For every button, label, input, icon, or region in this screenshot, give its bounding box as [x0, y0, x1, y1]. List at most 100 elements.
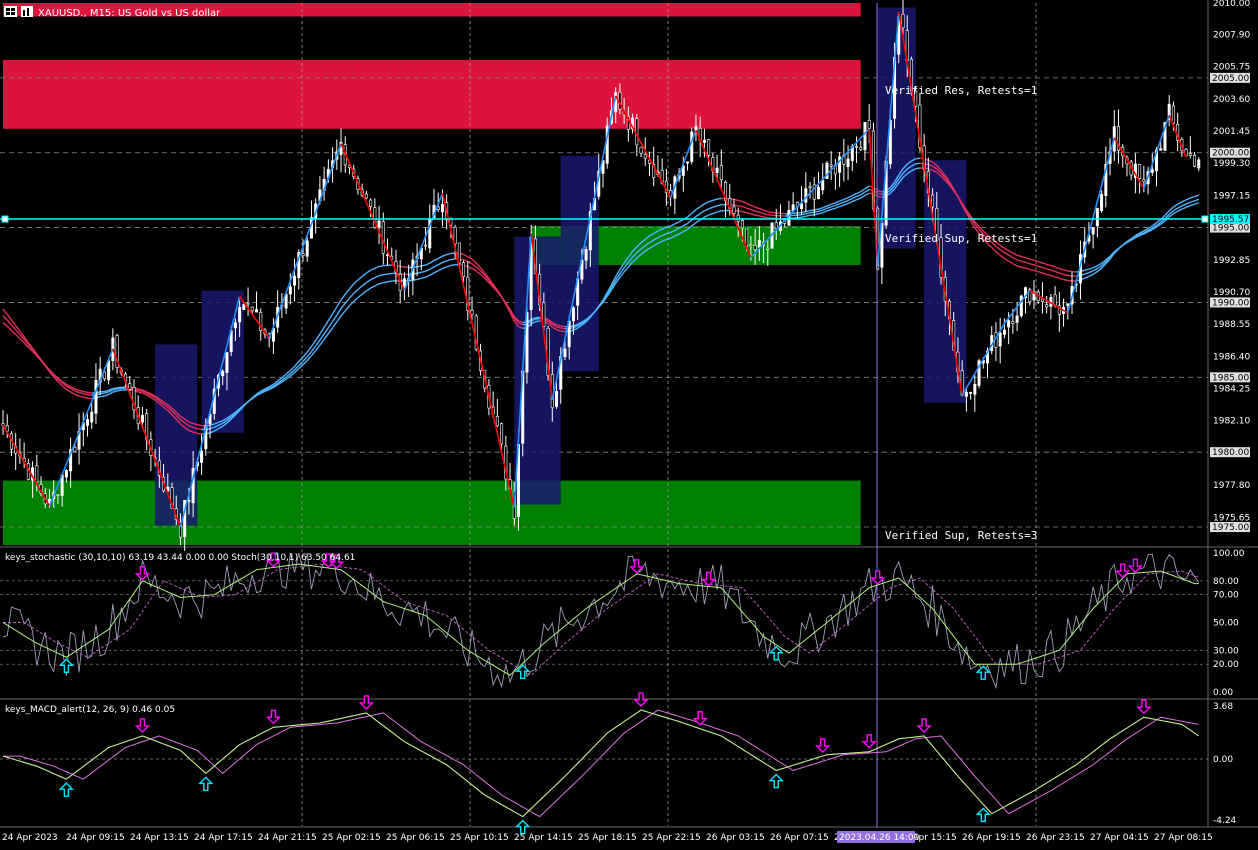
moving-average-segment [814, 214, 818, 215]
price-tick-label: 2010.00 [1213, 0, 1250, 9]
highlight-box [561, 156, 599, 372]
candle-body [302, 254, 304, 256]
candle-body [289, 287, 291, 294]
candle-body [999, 333, 1001, 346]
level-price-label: 2000.00 [1212, 149, 1249, 159]
candle-body [200, 451, 202, 463]
moving-average-segment [388, 281, 392, 282]
candle-body [737, 215, 739, 221]
level-price-label: 2005.00 [1212, 74, 1249, 84]
stoch-tick-label: 30.00 [1213, 646, 1239, 656]
price-tick-label: 1988.55 [1213, 320, 1250, 330]
price-tick-label: 2001.45 [1213, 127, 1250, 137]
grid-icon[interactable] [4, 6, 17, 17]
candle-body [974, 384, 976, 394]
candle-body [775, 223, 777, 229]
moving-average-segment [810, 212, 814, 213]
candle-body [91, 412, 93, 422]
candle-body [750, 244, 752, 245]
macd-tick-label: -4.24 [1213, 816, 1237, 826]
price-tick-label: 1977.80 [1213, 481, 1250, 491]
candle-body [830, 165, 832, 166]
candle-body [1054, 295, 1056, 306]
moving-average-segment [802, 212, 806, 213]
moving-average-segment [421, 271, 425, 272]
moving-average-segment [417, 266, 421, 267]
crosshair-time-label: 2023.04.26 14:00 [839, 833, 920, 843]
candle-body [1172, 106, 1174, 123]
candle-body [462, 263, 464, 277]
candle-body [644, 155, 646, 159]
moving-average-segment [400, 266, 404, 267]
stoch-title: keys_stochastic (30,10,10) 63.19 43.44 0… [5, 553, 355, 563]
candle-body [1160, 149, 1162, 151]
price-tick-label: 1990.70 [1213, 288, 1250, 298]
time-tick-label: 24 Apr 2023 [2, 833, 58, 843]
moving-average-segment [717, 198, 721, 199]
moving-average-segment [88, 392, 92, 393]
candle-body [255, 310, 257, 313]
candle-body [369, 200, 371, 207]
moving-average-segment [717, 205, 721, 206]
candle-body [741, 221, 743, 228]
candle-body [1151, 170, 1153, 173]
candle-body [860, 147, 862, 149]
candle-body [251, 307, 253, 311]
candle-body [36, 466, 38, 482]
moving-average-segment [117, 390, 121, 391]
candle-body [691, 132, 693, 162]
candle-body [471, 311, 473, 315]
candle-body [378, 221, 380, 227]
moving-average-segment [451, 265, 455, 266]
moving-average-segment [451, 259, 455, 260]
price-tick-label: 1992.85 [1213, 256, 1250, 266]
moving-average-segment [738, 206, 742, 207]
price-tick-label: 1999.30 [1213, 159, 1250, 169]
chart-root[interactable]: 100.0080.0070.0050.0030.0020.000.00 3.68… [0, 0, 1258, 846]
chart-canvas[interactable]: 100.0080.0070.0050.0030.0020.000.00 3.68… [0, 0, 1258, 846]
stoch-tick-label: 70.00 [1213, 591, 1239, 601]
moving-average-segment [738, 211, 742, 212]
candle-body [720, 165, 722, 179]
moving-average-segment [1047, 274, 1051, 275]
price-tick-label: 2003.60 [1213, 95, 1250, 105]
time-tick-label: 25 Apr 06:15 [386, 833, 445, 843]
moving-average-segment [916, 168, 920, 169]
candle-body [1045, 305, 1047, 307]
moving-average-segment [417, 272, 421, 273]
moving-average-segment [1021, 267, 1025, 268]
candle-body [902, 14, 904, 27]
moving-average-segment [100, 393, 104, 394]
moving-average-segment [404, 267, 408, 268]
moving-average-segment [802, 214, 806, 215]
moving-average-segment [759, 216, 763, 217]
moving-average-segment [1021, 261, 1025, 262]
res-zone [3, 60, 861, 129]
macd-tick-label: 3.68 [1213, 702, 1233, 712]
moving-average-segment [561, 331, 565, 332]
candle-body [686, 162, 688, 163]
candle-body [733, 207, 735, 214]
price-tick-label: 1982.10 [1213, 417, 1250, 427]
candle-body [1003, 330, 1005, 334]
candle-body [65, 470, 67, 477]
moving-average-segment [379, 266, 383, 267]
macd-title: keys_MACD_alert(12, 26, 9) 0.46 0.05 [5, 705, 175, 715]
candle-body [365, 194, 367, 198]
stoch-tick-label: 20.00 [1213, 660, 1239, 670]
time-tick-label: 25 Apr 18:15 [578, 833, 637, 843]
moving-average-segment [810, 215, 814, 216]
time-tick-label: 27 Apr 04:15 [1090, 833, 1149, 843]
time-tick-label: 26 Apr 07:15 [770, 833, 829, 843]
time-tick-label: 24 Apr 13:15 [130, 833, 189, 843]
moving-average-segment [755, 215, 759, 216]
time-axis: 24 Apr 202324 Apr 09:1524 Apr 13:1524 Ap… [2, 831, 1213, 843]
moving-average-segment [100, 396, 104, 397]
price-tick-label: 1975.65 [1213, 513, 1250, 523]
candle-body [864, 122, 866, 150]
candle-body [129, 383, 131, 389]
time-tick-label: 24 Apr 21:15 [258, 833, 317, 843]
candle-body [1016, 316, 1018, 323]
candle-body [1138, 164, 1140, 178]
stoch-tick-label: 0.00 [1213, 688, 1233, 698]
